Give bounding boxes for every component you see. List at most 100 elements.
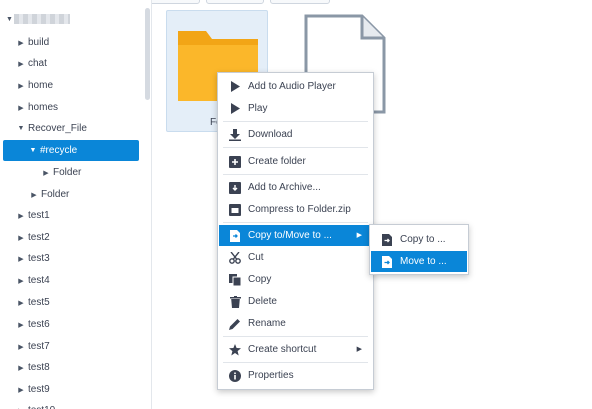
tree-root-node[interactable]: ▼ <box>0 12 140 28</box>
submenu-arrow-icon: ▶ <box>356 346 362 353</box>
tree-item-test5[interactable]: ▶ test5 <box>16 292 50 313</box>
tree-item-build[interactable]: ▶ build <box>16 32 49 53</box>
star-icon <box>228 343 242 357</box>
menu-create-shortcut[interactable]: Create shortcut ▶ <box>219 339 372 360</box>
menu-label: Create shortcut <box>248 344 317 355</box>
info-icon <box>228 369 242 383</box>
tree-item-label: build <box>28 37 50 48</box>
chevron-right-icon[interactable]: ▶ <box>16 277 26 285</box>
menu-download[interactable]: Download <box>219 124 372 145</box>
tree-item-chat[interactable]: ▶ chat <box>16 53 47 74</box>
chevron-right-icon[interactable]: ▶ <box>16 343 26 351</box>
download-icon <box>228 128 242 142</box>
menu-separator <box>223 336 368 337</box>
chevron-right-icon[interactable]: ▶ <box>41 169 51 177</box>
chevron-down-icon[interactable]: ▼ <box>28 147 38 154</box>
menu-compress-to-zip[interactable]: Compress to Folder.zip <box>219 199 372 220</box>
tree-item-label: Folder <box>41 189 70 200</box>
menu-cut[interactable]: Cut <box>219 247 372 268</box>
tree-item-home[interactable]: ▶ home <box>16 75 53 96</box>
menu-separator <box>223 362 368 363</box>
tree-item-label: homes <box>28 102 59 113</box>
scissors-icon <box>228 251 242 265</box>
tree-item-label: test7 <box>28 341 50 352</box>
chevron-down-icon[interactable]: ▼ <box>16 125 26 132</box>
tree-item-test2[interactable]: ▶ test2 <box>16 227 49 248</box>
copy-to-icon <box>380 233 394 247</box>
chevron-right-icon[interactable]: ▶ <box>29 191 39 199</box>
trash-icon <box>228 295 242 309</box>
tree-item-label: chat <box>28 58 47 69</box>
menu-add-to-audio-player[interactable]: Add to Audio Player <box>219 76 372 97</box>
menu-copy-move-to[interactable]: Copy to/Move to ... ▶ <box>219 225 372 246</box>
menu-separator <box>223 121 368 122</box>
chevron-right-icon[interactable]: ▶ <box>16 39 26 47</box>
tree-item-test3[interactable]: ▶ test3 <box>16 248 49 269</box>
copy-icon <box>228 273 242 287</box>
menu-label: Cut <box>248 252 264 263</box>
copy-move-icon <box>228 229 242 243</box>
tree-item-label: test9 <box>28 384 50 395</box>
menu-label: Copy to/Move to ... <box>248 230 332 241</box>
tree-item-test8[interactable]: ▶ test8 <box>16 357 50 378</box>
chevron-down-icon[interactable]: ▼ <box>6 16 13 23</box>
menu-label: Download <box>248 129 293 140</box>
menu-separator <box>223 147 368 148</box>
chevron-right-icon[interactable]: ▶ <box>16 60 26 68</box>
menu-properties[interactable]: Properties <box>219 365 372 386</box>
menu-play[interactable]: Play <box>219 98 372 119</box>
submenu-move-to[interactable]: Move to ... <box>371 251 467 272</box>
menu-copy[interactable]: Copy <box>219 269 372 290</box>
tree-item-test4[interactable]: ▶ test4 <box>16 270 50 291</box>
menu-label: Create folder <box>248 156 306 167</box>
menu-create-folder[interactable]: Create folder <box>219 151 372 172</box>
menu-label: Add to Audio Player <box>248 81 336 92</box>
menu-label: Delete <box>248 296 277 307</box>
context-menu: Add to Audio Player Play Download Create… <box>217 72 374 390</box>
tree-item-label: home <box>28 80 54 91</box>
chevron-right-icon[interactable]: ▶ <box>16 234 26 242</box>
play-icon <box>228 102 242 116</box>
tree-item-label: test8 <box>28 362 50 373</box>
tree-item-test10[interactable]: ▶ test10 <box>16 400 55 409</box>
chevron-right-icon[interactable]: ▶ <box>16 364 26 372</box>
tree-item-folder[interactable]: ▶ Folder <box>29 184 69 205</box>
menu-separator <box>223 222 368 223</box>
tree-item-test1[interactable]: ▶ test1 <box>16 205 49 226</box>
copy-move-submenu: Copy to ... Move to ... <box>369 224 469 275</box>
tree-item-recycle[interactable]: ▼ #recycle <box>3 140 139 161</box>
menu-separator <box>223 174 368 175</box>
menu-delete[interactable]: Delete <box>219 291 372 312</box>
tree-item-label: Recover_File <box>28 123 87 134</box>
pencil-icon <box>228 317 242 331</box>
tree-item-recover-file[interactable]: ▼ Recover_File <box>16 118 87 139</box>
chevron-right-icon[interactable]: ▶ <box>16 104 26 112</box>
submenu-copy-to[interactable]: Copy to ... <box>371 229 467 250</box>
tree-item-label: Folder <box>53 167 82 178</box>
sidebar-scrollbar[interactable] <box>145 8 150 100</box>
tree-item-label: test4 <box>28 275 50 286</box>
submenu-arrow-icon: ▶ <box>356 232 362 239</box>
chevron-right-icon[interactable]: ▶ <box>16 386 26 394</box>
tree-item-label: test10 <box>28 405 55 409</box>
tree-item-folder-nested[interactable]: ▶ Folder <box>41 162 81 183</box>
chevron-right-icon[interactable]: ▶ <box>16 321 26 329</box>
tree-item-label: test5 <box>28 297 50 308</box>
menu-rename[interactable]: Rename <box>219 313 372 334</box>
chevron-right-icon[interactable]: ▶ <box>16 212 26 220</box>
menu-label: Properties <box>248 370 294 381</box>
chevron-right-icon[interactable]: ▶ <box>16 299 26 307</box>
chevron-right-icon[interactable]: ▶ <box>16 255 26 263</box>
archive-icon <box>228 181 242 195</box>
tree-item-test7[interactable]: ▶ test7 <box>16 336 50 357</box>
menu-add-to-archive[interactable]: Add to Archive... <box>219 177 372 198</box>
tree-item-test9[interactable]: ▶ test9 <box>16 379 50 400</box>
tree-item-test6[interactable]: ▶ test6 <box>16 314 49 335</box>
chevron-right-icon[interactable]: ▶ <box>16 82 26 90</box>
play-icon <box>228 80 242 94</box>
tree-item-homes[interactable]: ▶ homes <box>16 97 58 118</box>
compress-icon <box>228 203 242 217</box>
blurred-root-label <box>14 14 70 24</box>
add-folder-icon <box>228 155 242 169</box>
menu-label: Add to Archive... <box>248 182 321 193</box>
